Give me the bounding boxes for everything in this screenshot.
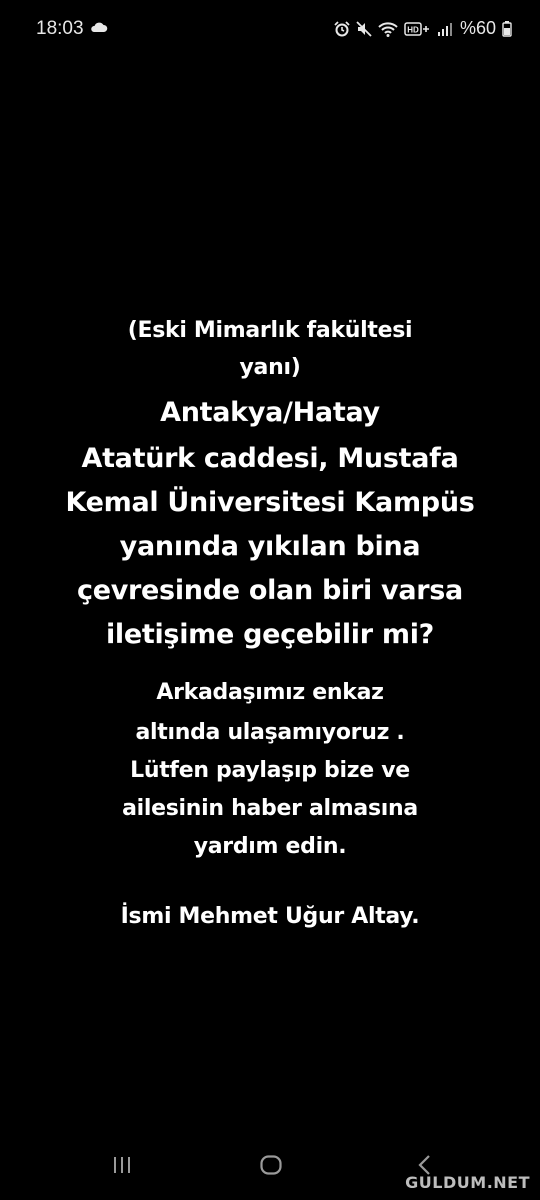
story-line: Arkadaşımız enkaz (156, 680, 384, 705)
status-right: HD %60 (334, 18, 512, 39)
watermark: GULDUM.NET (405, 1173, 530, 1192)
status-time: 18:03 (36, 18, 84, 39)
story-line: çevresinde olan biri varsa (77, 575, 463, 606)
story-line: iletişime geçebilir mi? (105, 619, 435, 650)
story-line: yanı) (239, 355, 301, 380)
story-line: Kemal Üniversitesi Kampüs (65, 487, 475, 518)
story-line: yardım edin. (193, 834, 347, 859)
home-button[interactable] (251, 1152, 291, 1182)
mute-icon (356, 20, 372, 37)
home-icon (259, 1154, 283, 1181)
status-bar: 18:03 HD %60 (0, 0, 540, 56)
signal-icon (436, 21, 454, 37)
recent-apps-button[interactable] (102, 1152, 142, 1182)
wifi-icon (378, 21, 398, 37)
status-left: 18:03 (36, 18, 108, 40)
battery-percent: %60 (459, 18, 496, 38)
battery-icon (502, 20, 512, 37)
story-line: (Eski Mimarlık fakültesi (127, 318, 413, 343)
alarm-icon (334, 20, 350, 37)
story-line: Antakya/Hatay (160, 397, 380, 428)
recent-apps-icon (111, 1155, 133, 1180)
cloud-icon (90, 20, 108, 38)
story-line: altında ulaşamıyoruz . (135, 720, 405, 745)
hd-icon: HD (404, 21, 430, 37)
story-line: Lütfen paylaşıp bize ve (130, 758, 410, 783)
story-line: ailesinin haber almasına (122, 796, 418, 821)
story-line: yanında yıkılan bina (119, 531, 421, 562)
story-line: İsmi Mehmet Uğur Altay. (120, 904, 420, 929)
story-line: Atatürk caddesi, Mustafa (81, 443, 459, 474)
svg-text:HD: HD (407, 25, 419, 34)
